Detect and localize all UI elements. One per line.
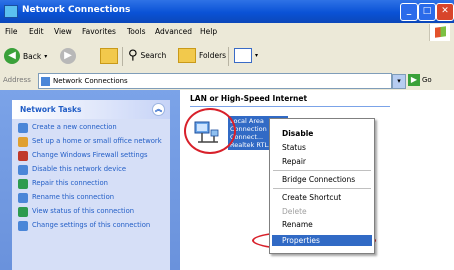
rename-icon — [18, 193, 28, 203]
views-icon — [234, 48, 252, 63]
context-menu-delete: Delete — [282, 207, 307, 216]
task-item-label: Change settings of this connection — [32, 221, 151, 229]
search-icon: ⚲ — [128, 48, 138, 63]
menu-advanced[interactable]: Advanced — [155, 27, 192, 36]
menu-favorites[interactable]: Favorites — [82, 27, 116, 36]
context-menu: Disable Status Repair Bridge Connections… — [269, 118, 375, 254]
folders-icon — [178, 48, 196, 63]
window-title: Network Connections — [22, 5, 131, 15]
menu-help[interactable]: Help — [200, 27, 217, 36]
back-label: Back — [23, 51, 42, 61]
task-item-label: Rename this connection — [32, 193, 115, 201]
address-label: Address — [3, 76, 31, 84]
toolbar: ◀ Back ▾ ▶ ⚲ Search Folders ▾ — [0, 42, 454, 72]
context-menu-bridge[interactable]: Bridge Connections — [282, 175, 355, 184]
menu-view[interactable]: View — [54, 27, 72, 36]
search-button[interactable]: ⚲ Search — [128, 48, 166, 63]
toolbar-divider — [122, 47, 123, 66]
minimize-button[interactable]: _ — [400, 3, 418, 21]
go-button[interactable]: ▶ Go — [408, 74, 432, 86]
toolbar-divider — [228, 47, 229, 66]
task-item-label: Change Windows Firewall settings — [32, 151, 148, 159]
address-input[interactable]: Network Connections — [38, 73, 392, 89]
context-menu-properties[interactable]: Properties — [282, 236, 320, 245]
network-tasks-header[interactable]: Network Tasks ︽ — [12, 100, 170, 119]
context-menu-disable[interactable]: Disable — [282, 129, 313, 138]
title-bar: Network Connections _ □ ✕ — [0, 0, 454, 23]
go-arrow-icon: ▶ — [408, 74, 420, 86]
network-connections-icon — [41, 76, 50, 86]
annotation-circle-icon — [184, 108, 236, 154]
task-item[interactable]: Create a new connection — [18, 123, 166, 133]
windows-logo-icon — [429, 24, 450, 41]
context-menu-create-shortcut[interactable]: Create Shortcut — [282, 193, 341, 202]
task-item[interactable]: Disable this network device — [18, 165, 166, 175]
context-menu-status[interactable]: Status — [282, 143, 306, 152]
network-tasks-title: Network Tasks — [20, 105, 82, 114]
task-item-label: View status of this connection — [32, 207, 135, 215]
task-item-label: Repair this connection — [32, 179, 108, 187]
task-item-label: Disable this network device — [32, 165, 127, 173]
repair-icon — [18, 179, 28, 189]
address-dropdown-button[interactable]: ▾ — [392, 74, 406, 89]
task-item-label: Set up a home or small office network — [32, 137, 162, 145]
task-item[interactable]: Rename this connection — [18, 193, 166, 203]
up-folder-button[interactable] — [100, 48, 118, 64]
forward-button[interactable]: ▶ — [60, 48, 76, 64]
go-label: Go — [422, 76, 432, 84]
folders-label: Folders — [199, 51, 227, 60]
maximize-button[interactable]: □ — [418, 3, 436, 21]
menu-bar: File Edit View Favorites Tools Advanced … — [0, 23, 454, 43]
task-list: Create a new connection Set up a home or … — [12, 119, 170, 231]
folder-up-icon — [100, 48, 118, 64]
chevron-down-icon: ▾ — [44, 52, 48, 60]
task-item[interactable]: View status of this connection — [18, 207, 166, 217]
address-value: Network Connections — [53, 77, 128, 85]
network-tasks-panel: Network Tasks ︽ Create a new connection S… — [12, 100, 170, 270]
back-button[interactable]: ◀ Back ▾ — [4, 48, 47, 64]
search-label: Search — [140, 51, 167, 60]
network-connections-icon — [4, 5, 18, 18]
section-title: LAN or High-Speed Internet — [190, 94, 308, 103]
address-bar: Address Network Connections ▾ ▶ Go — [0, 71, 454, 91]
task-item[interactable]: Change Windows Firewall settings — [18, 151, 166, 161]
new-connection-icon — [18, 123, 28, 133]
views-button[interactable]: ▾ — [234, 48, 258, 63]
context-menu-divider — [273, 188, 371, 189]
section-divider — [190, 106, 390, 107]
disable-device-icon — [18, 165, 28, 175]
context-menu-divider — [273, 170, 371, 171]
task-item-label: Create a new connection — [32, 123, 117, 131]
context-menu-rename[interactable]: Rename — [282, 220, 313, 229]
back-arrow-icon: ◀ — [4, 48, 20, 64]
home-network-icon — [18, 137, 28, 147]
forward-arrow-icon: ▶ — [60, 48, 76, 64]
chevron-down-icon: ▾ — [255, 52, 259, 59]
task-item[interactable]: Repair this connection — [18, 179, 166, 189]
menu-edit[interactable]: Edit — [29, 27, 44, 36]
firewall-icon — [18, 151, 28, 161]
menu-tools[interactable]: Tools — [127, 27, 145, 36]
close-button[interactable]: ✕ — [436, 3, 454, 21]
task-sidebar: Network Tasks ︽ Create a new connection S… — [0, 90, 180, 270]
task-item[interactable]: Set up a home or small office network — [18, 137, 166, 147]
folders-button[interactable]: Folders — [178, 48, 226, 63]
collapse-chevron-icon[interactable]: ︽ — [152, 103, 165, 116]
context-menu-repair[interactable]: Repair — [282, 157, 306, 166]
settings-icon — [18, 221, 28, 231]
status-icon — [18, 207, 28, 217]
menu-file[interactable]: File — [5, 27, 18, 36]
task-item[interactable]: Change settings of this connection — [18, 221, 166, 231]
